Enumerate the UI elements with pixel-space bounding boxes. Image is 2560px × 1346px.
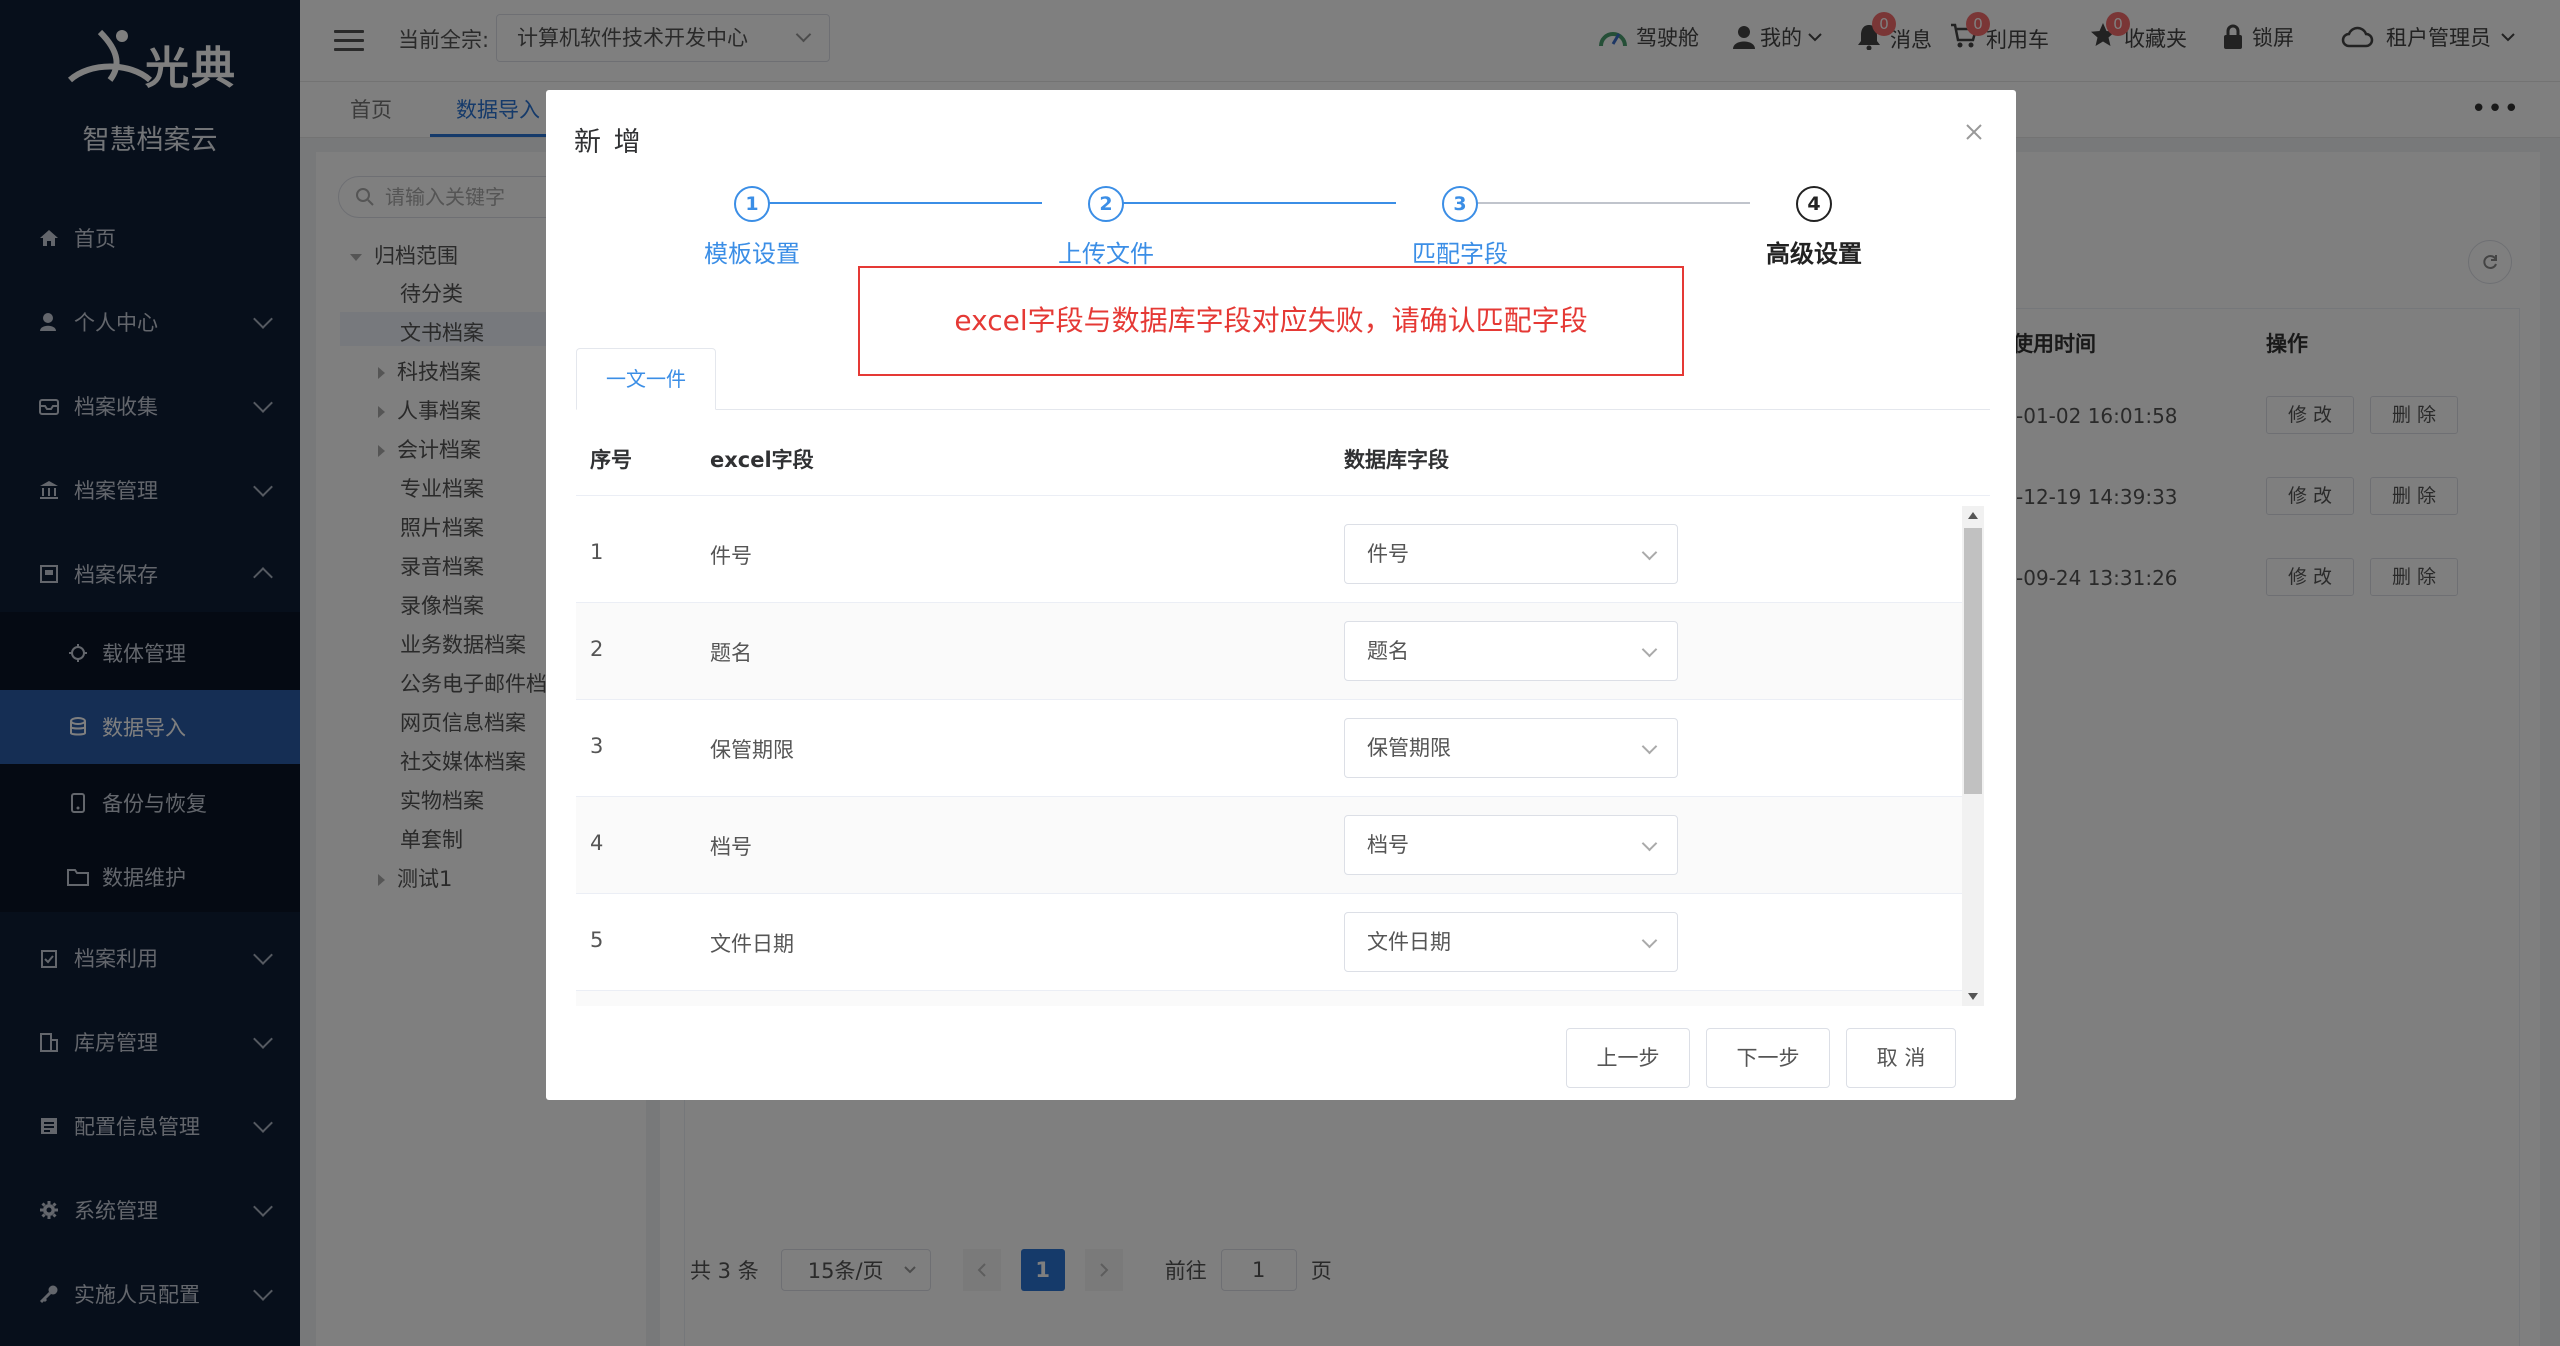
db-field-value: 题名 bbox=[1367, 639, 1409, 663]
col-header-excel: excel字段 bbox=[710, 448, 814, 472]
step-4-circle: 4 bbox=[1796, 186, 1832, 222]
error-message: excel字段与数据库字段对应失败，请确认匹配字段 bbox=[858, 266, 1684, 376]
db-field-value: 档号 bbox=[1367, 833, 1409, 857]
step-3-label: 匹配字段 bbox=[1412, 240, 1508, 268]
db-field-select[interactable]: 保管期限 bbox=[1344, 718, 1678, 778]
cancel-button[interactable]: 取 消 bbox=[1846, 1028, 1956, 1088]
db-field-select[interactable]: 档号 bbox=[1344, 815, 1678, 875]
row-index: 3 bbox=[590, 734, 604, 758]
row-excel-field: 文件日期 bbox=[710, 932, 794, 956]
db-field-value: 件号 bbox=[1367, 542, 1409, 566]
close-icon[interactable] bbox=[1960, 118, 1988, 146]
row-excel-field: 件号 bbox=[710, 544, 752, 568]
prev-step-button[interactable]: 上一步 bbox=[1566, 1028, 1690, 1088]
step-1-circle: 1 bbox=[734, 186, 770, 222]
chevron-down-icon bbox=[1641, 835, 1658, 852]
col-header-db: 数据库字段 bbox=[1344, 448, 1449, 472]
mapping-table-header: 序号 excel字段 数据库字段 bbox=[576, 414, 1990, 496]
row-index: 5 bbox=[590, 928, 604, 952]
db-field-value: 文件日期 bbox=[1367, 930, 1451, 954]
scroll-thumb[interactable] bbox=[1964, 528, 1982, 794]
row-excel-field: 档号 bbox=[710, 835, 752, 859]
scroll-up-icon[interactable] bbox=[1968, 512, 1978, 519]
table-scrollbar[interactable] bbox=[1962, 506, 1984, 1006]
table-row: 1 件号 件号 bbox=[576, 506, 1962, 603]
table-row: 4 档号 档号 bbox=[576, 797, 1962, 894]
step-1-label: 模板设置 bbox=[704, 240, 800, 268]
col-header-index: 序号 bbox=[590, 448, 632, 472]
step-connector bbox=[746, 202, 1042, 204]
dialog-title: 新 增 bbox=[574, 127, 643, 158]
add-dialog: 新 增 1 模板设置 2 上传文件 3 匹配字段 4 高级设置 一文一件 exc… bbox=[546, 90, 2016, 1100]
chevron-down-icon bbox=[1641, 932, 1658, 949]
chevron-down-icon bbox=[1641, 544, 1658, 561]
db-field-select[interactable]: 件号 bbox=[1344, 524, 1678, 584]
step-4-label: 高级设置 bbox=[1766, 240, 1862, 268]
db-field-select[interactable]: 文件日期 bbox=[1344, 912, 1678, 972]
db-field-select[interactable]: 题名 bbox=[1344, 621, 1678, 681]
table-row: 5 文件日期 文件日期 bbox=[576, 894, 1962, 991]
row-index: 1 bbox=[590, 540, 604, 564]
table-row: 3 保管期限 保管期限 bbox=[576, 700, 1962, 797]
step-2-label: 上传文件 bbox=[1058, 240, 1154, 268]
chevron-down-icon bbox=[1641, 641, 1658, 658]
scroll-down-icon[interactable] bbox=[1968, 993, 1978, 1000]
step-connector bbox=[1100, 202, 1396, 204]
step-connector bbox=[1454, 202, 1750, 204]
row-excel-field: 保管期限 bbox=[710, 738, 794, 762]
mapping-table-body: 1 件号 件号 2 题名 题名 3 保管期限 保管期限 4 档号 档号 5 文件… bbox=[576, 506, 1990, 1006]
row-excel-field: 题名 bbox=[710, 641, 752, 665]
db-field-value: 保管期限 bbox=[1367, 736, 1451, 760]
tab-one-file[interactable]: 一文一件 bbox=[576, 348, 716, 410]
table-row bbox=[576, 991, 1962, 1006]
step-3-circle: 3 bbox=[1442, 186, 1478, 222]
row-index: 2 bbox=[590, 637, 604, 661]
row-index: 4 bbox=[590, 831, 604, 855]
step-2-circle: 2 bbox=[1088, 186, 1124, 222]
chevron-down-icon bbox=[1641, 738, 1658, 755]
table-row: 2 题名 题名 bbox=[576, 603, 1962, 700]
next-step-button[interactable]: 下一步 bbox=[1706, 1028, 1830, 1088]
